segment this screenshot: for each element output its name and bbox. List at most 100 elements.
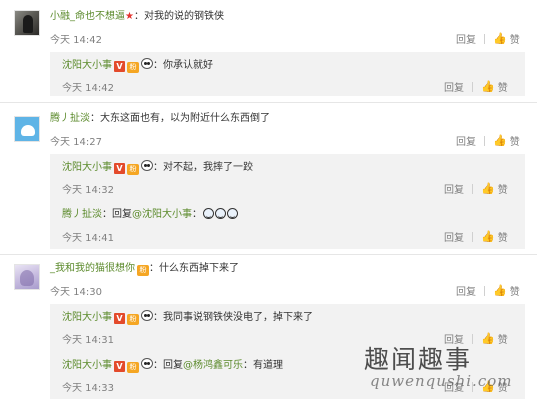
like-button[interactable]: 赞 [498, 229, 508, 244]
mention-link[interactable]: @沈阳大小事 [132, 209, 192, 220]
reply-button[interactable]: 回复 [444, 229, 464, 244]
separator: ： [153, 360, 163, 371]
username-link[interactable]: 腾丿扯淡 [50, 113, 90, 124]
comment-actions: 回复 👍 赞 [456, 133, 520, 148]
timestamp: 今天 14:27 [50, 137, 102, 148]
star-icon: ★ [125, 11, 134, 22]
panda-badge-icon [141, 310, 153, 321]
verified-badge-icon: V [114, 361, 125, 372]
thumbs-up-icon[interactable]: 👍 [493, 32, 507, 45]
reply-line: 沈阳大小事 V 粉：回复@杨鸿鑫可乐：有道理 [62, 358, 283, 373]
like-button[interactable]: 赞 [510, 283, 520, 298]
action-divider [484, 285, 485, 296]
reply-actions: 回复 👍 赞 [444, 181, 508, 196]
reply-text: 你承认就好 [163, 60, 213, 71]
thumbs-up-icon[interactable]: 👍 [481, 230, 495, 243]
reply-button[interactable]: 回复 [444, 331, 464, 346]
action-divider [472, 381, 473, 392]
timestamp: 今天 14:33 [62, 383, 114, 394]
reply-text: 我同事说钢铁侠没电了，掉下来了 [163, 312, 313, 323]
avatar[interactable] [14, 10, 40, 36]
action-divider [472, 333, 473, 344]
separator: ： [243, 360, 253, 371]
timestamp: 今天 14:31 [62, 335, 114, 346]
comment-text: 什么东西掉下来了 [159, 263, 239, 274]
reply-text: 有道理 [253, 360, 283, 371]
reply-button[interactable]: 回复 [456, 283, 476, 298]
separator: ： [102, 209, 112, 220]
comment-actions: 回复 👍 赞 [456, 31, 520, 46]
action-divider [472, 183, 473, 194]
username-link[interactable]: _我和我的猫很想你 [50, 263, 135, 274]
crying-emoji-icon [215, 208, 226, 219]
crying-emoji-icon [203, 208, 214, 219]
username-link[interactable]: 沈阳大小事 [62, 360, 112, 371]
action-divider [472, 81, 473, 92]
fan-badge-icon: 粉 [127, 314, 139, 325]
panda-badge-icon [141, 58, 153, 69]
comment-text: 对我的说的钢铁侠 [143, 11, 224, 22]
comment-divider [0, 254, 537, 255]
separator: ： [133, 11, 144, 22]
comment-line: 腾丿扯淡：大东这面也有，以为附近什么东西倒了 [50, 112, 270, 126]
username-link[interactable]: 沈阳大小事 [62, 60, 112, 71]
comment-line: 小融_命也不想逼★：对我的说的钢铁侠 [50, 10, 224, 24]
thumbs-up-icon[interactable]: 👍 [481, 332, 495, 345]
comment-actions: 回复 👍 赞 [456, 283, 520, 298]
thumbs-up-icon[interactable]: 👍 [493, 284, 507, 297]
reply-actions: 回复 👍 赞 [444, 379, 508, 394]
avatar[interactable] [14, 116, 40, 142]
reply-button[interactable]: 回复 [444, 181, 464, 196]
fan-badge-icon: 粉 [127, 164, 139, 175]
reply-button[interactable]: 回复 [456, 133, 476, 148]
fan-badge-icon: 粉 [127, 362, 139, 373]
like-button[interactable]: 赞 [510, 31, 520, 46]
timestamp: 今天 14:41 [62, 233, 114, 244]
crying-emoji-icon [227, 208, 238, 219]
reply-text: 对不起，我摔了一跤 [163, 162, 253, 173]
separator: ： [90, 113, 100, 124]
action-divider [484, 33, 485, 44]
thumbs-up-icon[interactable]: 👍 [481, 80, 495, 93]
fan-badge-icon: 粉 [137, 265, 149, 276]
reply-button[interactable]: 回复 [444, 79, 464, 94]
separator: ： [149, 263, 159, 274]
avatar[interactable] [14, 264, 40, 290]
like-button[interactable]: 赞 [498, 379, 508, 394]
mention-link[interactable]: @杨鸿鑫可乐 [183, 360, 243, 371]
username-link[interactable]: 腾丿扯淡 [62, 209, 102, 220]
reply-button[interactable]: 回复 [456, 31, 476, 46]
reply-prefix: 回复 [112, 209, 132, 220]
username-link[interactable]: 沈阳大小事 [62, 312, 112, 323]
thumbs-up-icon[interactable]: 👍 [481, 380, 495, 393]
like-button[interactable]: 赞 [510, 133, 520, 148]
comment-divider [0, 102, 537, 103]
timestamp: 今天 14:42 [50, 35, 102, 46]
like-button[interactable]: 赞 [498, 181, 508, 196]
panda-badge-icon [141, 160, 153, 171]
separator: ： [153, 162, 163, 173]
action-divider [472, 231, 473, 242]
comment-line: _我和我的猫很想你粉：什么东西掉下来了 [50, 262, 239, 276]
thumbs-up-icon[interactable]: 👍 [481, 182, 495, 195]
separator: ： [192, 209, 202, 220]
action-divider [484, 135, 485, 146]
timestamp: 今天 14:42 [62, 83, 114, 94]
comment-text: 大东这面也有，以为附近什么东西倒了 [100, 113, 270, 124]
username-link[interactable]: 小融_命也不想逼 [50, 11, 125, 22]
fan-badge-icon: 粉 [127, 62, 139, 73]
thumbs-up-icon[interactable]: 👍 [493, 134, 507, 147]
separator: ： [153, 60, 163, 71]
username-link[interactable]: 沈阳大小事 [62, 162, 112, 173]
reply-line: 沈阳大小事 V 粉 ：对不起，我摔了一跤 [62, 160, 253, 175]
reply-line: 沈阳大小事 V 粉 ：你承认就好 [62, 58, 213, 73]
reply-button[interactable]: 回复 [444, 379, 464, 394]
reply-actions: 回复 👍 赞 [444, 331, 508, 346]
timestamp: 今天 14:32 [62, 185, 114, 196]
verified-badge-icon: V [114, 61, 125, 72]
like-button[interactable]: 赞 [498, 331, 508, 346]
panda-badge-icon [141, 358, 153, 369]
verified-badge-icon: V [114, 163, 125, 174]
reply-actions: 回复 👍 赞 [444, 229, 508, 244]
like-button[interactable]: 赞 [498, 79, 508, 94]
